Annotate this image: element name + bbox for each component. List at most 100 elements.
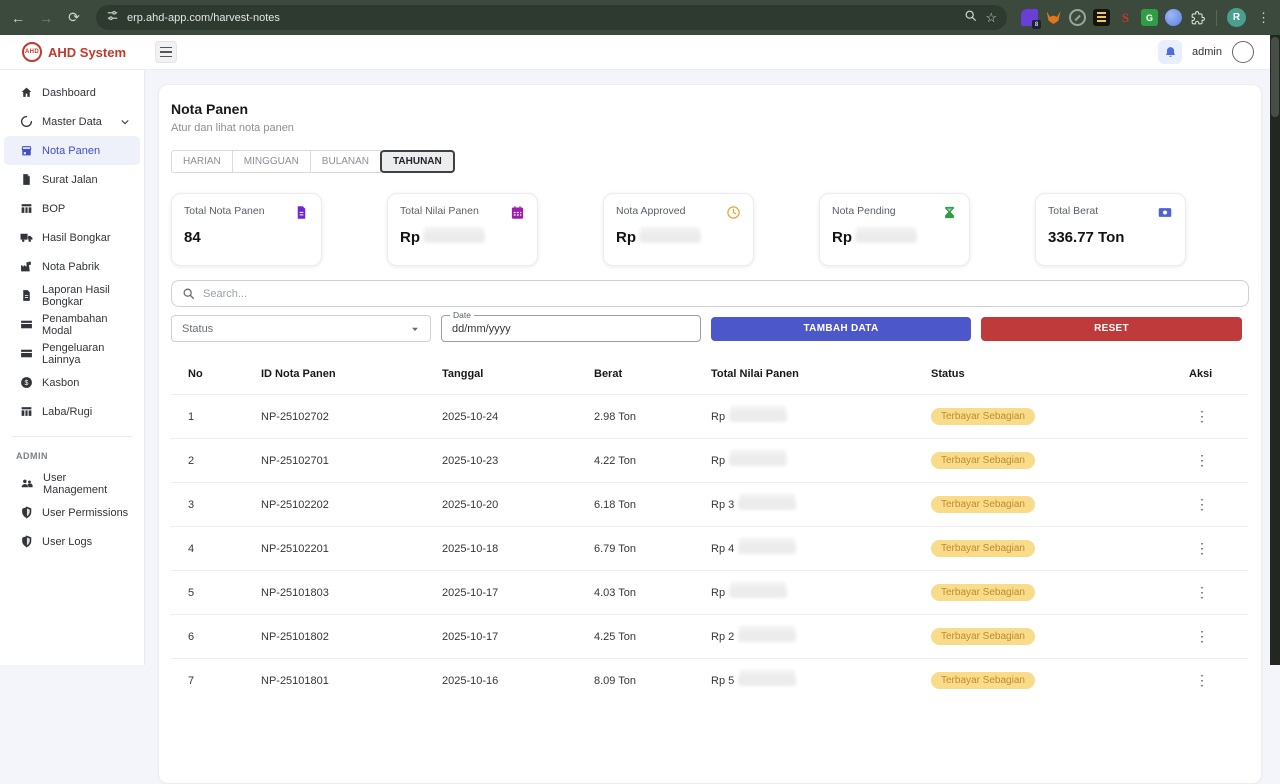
period-tabs: HARIAN MINGGUAN BULANAN TAHUNAN	[171, 150, 1249, 173]
sidebar-item-laporan-hasil-bongkar[interactable]: Laporan Hasil Bongkar	[4, 281, 140, 310]
search-bar[interactable]	[171, 280, 1249, 307]
zoom-icon[interactable]	[964, 9, 977, 27]
stat-card-total-nota-panen: Total Nota Panen 84	[171, 193, 322, 266]
stats-row: Total Nota Panen 84 Total Nilai Panen Rp…	[171, 193, 1249, 266]
kebab-menu-icon[interactable]: ⋮	[1189, 626, 1215, 646]
status-badge: Terbayar Sebagian	[931, 496, 1035, 513]
tab-bulanan[interactable]: BULANAN	[310, 150, 381, 173]
url-bar[interactable]: erp.ahd-app.com/harvest-notes ☆	[96, 5, 1007, 30]
sidebar-item-user-logs[interactable]: User Logs	[4, 527, 140, 556]
sidebar-item-master-data[interactable]: Master Data	[4, 107, 140, 136]
extension-compass-icon[interactable]	[1069, 9, 1086, 26]
cell-tanggal: 2025-10-17	[425, 571, 577, 615]
kebab-menu-icon[interactable]: ⋮	[1189, 406, 1215, 426]
brand[interactable]: AHD AHD System	[0, 42, 145, 62]
refresh-icon[interactable]: ⟳	[62, 6, 86, 30]
extension-fox-icon[interactable]	[1045, 9, 1062, 26]
redacted-value	[639, 232, 701, 243]
tambah-data-button[interactable]: TAMBAH DATA	[711, 317, 971, 341]
tab-harian[interactable]: HARIAN	[171, 150, 233, 173]
kebab-menu-icon[interactable]: ⋮	[1189, 450, 1215, 470]
tab-tahunan[interactable]: TAHUNAN	[380, 150, 455, 173]
sidebar-item-bop[interactable]: BOP	[4, 194, 140, 223]
sidebar-item-user-permissions[interactable]: User Permissions	[4, 498, 140, 527]
stat-card-total-berat: Total Berat 336.77 Ton	[1035, 193, 1186, 266]
filter-row: Status Date dd/mm/yyyy TAMBAH DATA RESET	[171, 315, 1249, 342]
extension-g-icon[interactable]: G	[1141, 9, 1158, 26]
kebab-menu-icon[interactable]: ⋮	[1189, 494, 1215, 514]
sidebar-item-kasbon[interactable]: $ Kasbon	[4, 368, 140, 397]
sidebar-item-pengeluaran-lainnya[interactable]: Pengeluaran Lainnya	[4, 339, 140, 368]
bookmark-star-icon[interactable]: ☆	[985, 10, 997, 26]
credit-card-icon	[20, 318, 33, 331]
cell-berat: 2.98 Ton	[577, 395, 694, 439]
kebab-menu-icon[interactable]: ⋮	[1189, 670, 1215, 690]
cell-no: 4	[171, 527, 244, 571]
cell-total-nilai: Rp 5	[694, 659, 914, 703]
cell-total-nilai: Rp 2	[694, 615, 914, 659]
search-icon	[182, 287, 195, 300]
sidebar-item-penambahan-modal[interactable]: Penambahan Modal	[4, 310, 140, 339]
col-no: No	[171, 360, 244, 395]
redacted-value	[855, 232, 917, 243]
table-row: 4 NP-25102201 2025-10-18 6.79 Ton Rp 4 T…	[171, 527, 1248, 571]
url-text[interactable]: erp.ahd-app.com/harvest-notes	[127, 12, 956, 24]
cell-berat: 6.18 Ton	[577, 483, 694, 527]
sidebar-item-nota-panen[interactable]: Nota Panen	[4, 136, 140, 165]
table-icon	[20, 405, 33, 418]
home-icon	[20, 86, 33, 99]
forward-icon[interactable]: →	[34, 6, 58, 30]
cell-tanggal: 2025-10-23	[425, 439, 577, 483]
cell-id: NP-25101801	[244, 659, 425, 703]
hourglass-icon	[942, 205, 957, 220]
notifications-button[interactable]	[1158, 40, 1182, 64]
sidebar-item-hasil-bongkar[interactable]: Hasil Bongkar	[4, 223, 140, 252]
stat-card-nota-approved: Nota Approved Rp	[603, 193, 754, 266]
sidebar-item-dashboard[interactable]: Dashboard	[4, 78, 140, 107]
date-field[interactable]: Date dd/mm/yyyy	[441, 315, 701, 342]
truck-icon	[20, 231, 33, 244]
cell-no: 1	[171, 395, 244, 439]
cell-aksi: ⋮	[1172, 571, 1248, 615]
redacted-value	[738, 499, 796, 510]
sidebar-toggle-button[interactable]	[155, 41, 177, 63]
extensions-puzzle-icon[interactable]	[1189, 9, 1206, 26]
sidebar-item-laba-rugi[interactable]: Laba/Rugi	[4, 397, 140, 426]
sidebar-item-nota-pabrik[interactable]: Nota Pabrik	[4, 252, 140, 281]
chevron-down-icon	[120, 117, 130, 127]
kebab-menu-icon[interactable]: ⋮	[1189, 538, 1215, 558]
page-scrollbar[interactable]	[1270, 35, 1280, 665]
sidebar-item-user-management[interactable]: User Management	[4, 469, 140, 498]
status-select[interactable]: Status	[171, 315, 431, 342]
browser-profile-avatar[interactable]: R	[1227, 8, 1246, 27]
main-content: Nota Panen Atur dan lihat nota panen HAR…	[145, 70, 1270, 665]
search-input[interactable]	[203, 288, 1238, 300]
extension-yellow-icon[interactable]	[1093, 9, 1110, 26]
scrollbar-thumb[interactable]	[1271, 37, 1279, 117]
extension-s-icon[interactable]: S	[1117, 9, 1134, 26]
svg-text:$: $	[25, 380, 29, 387]
browser-menu-icon[interactable]: ⋮	[1253, 10, 1274, 26]
back-icon[interactable]: ←	[6, 6, 30, 30]
site-info-tune-icon[interactable]	[106, 9, 119, 27]
user-avatar[interactable]	[1232, 41, 1254, 63]
cell-total-nilai: Rp 3	[694, 483, 914, 527]
ahd-logo-icon: AHD	[22, 42, 42, 62]
reset-button[interactable]: RESET	[981, 317, 1242, 341]
kebab-menu-icon[interactable]: ⋮	[1189, 582, 1215, 602]
cell-aksi: ⋮	[1172, 527, 1248, 571]
sidebar-item-surat-jalan[interactable]: Surat Jalan	[4, 165, 140, 194]
chevron-down-icon	[410, 324, 420, 334]
extension-purple-icon[interactable]: 8	[1021, 9, 1038, 26]
extension-globe-icon[interactable]	[1165, 9, 1182, 26]
cell-berat: 4.22 Ton	[577, 439, 694, 483]
file-text-icon	[20, 289, 33, 302]
redacted-value	[729, 455, 787, 466]
tab-mingguan[interactable]: MINGGUAN	[232, 150, 311, 173]
cell-aksi: ⋮	[1172, 439, 1248, 483]
cell-id: NP-25101802	[244, 615, 425, 659]
bell-icon	[1164, 46, 1177, 59]
cell-status: Terbayar Sebagian	[914, 527, 1172, 571]
status-badge: Terbayar Sebagian	[931, 408, 1035, 425]
cell-total-nilai: Rp	[694, 571, 914, 615]
